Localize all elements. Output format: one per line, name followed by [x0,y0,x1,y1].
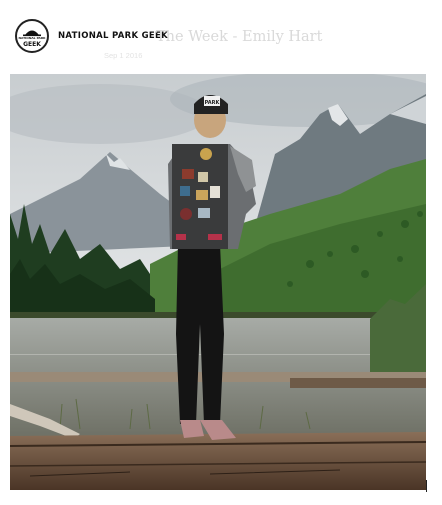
hiker-lake-image: PARK [10,74,426,490]
page: NATIONAL PARK GEEK NATIONAL PARK GEEK Th… [0,0,442,505]
site-header: NATIONAL PARK GEEK NATIONAL PARK GEEK Th… [0,0,442,72]
post-title: The Week - Emily Hart [156,29,323,45]
logo-wordmark[interactable]: NATIONAL PARK GEEK [58,31,168,41]
text-cursor [426,480,427,492]
hero-photo: PARK [10,74,426,490]
logo-badge-text-bottom: GEEK [23,41,41,48]
cap-patch-text: PARK [205,100,221,106]
logo-badge-text-top: NATIONAL PARK [18,36,46,40]
logo-badge-icon[interactable]: NATIONAL PARK GEEK [15,19,49,53]
post-date: Sep 1 2016 [104,51,143,60]
